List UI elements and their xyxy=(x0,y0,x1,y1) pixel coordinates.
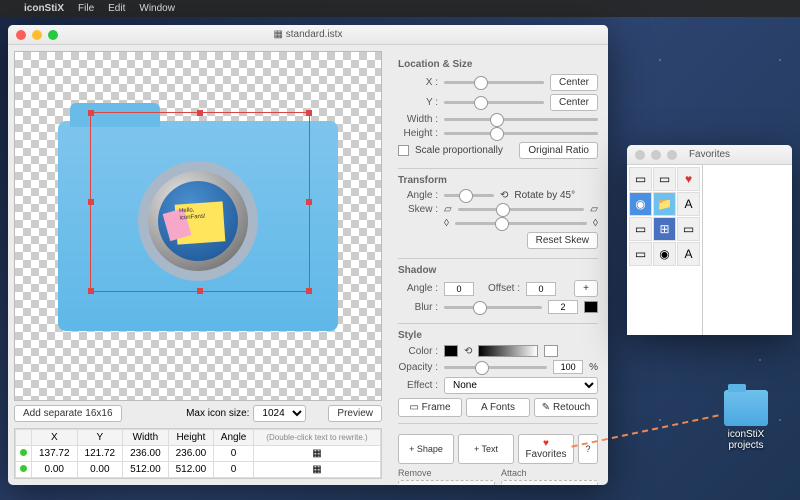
frame-button[interactable]: ▭ Frame xyxy=(398,398,462,417)
shadow-group: Shadow Angle : Offset : + Blur : xyxy=(398,258,598,323)
canvas[interactable]: Hello, iconFans! xyxy=(14,51,382,401)
fav-item[interactable]: ◉ xyxy=(653,242,676,266)
menu-window[interactable]: Window xyxy=(139,3,175,14)
fav-titlebar[interactable]: Favorites xyxy=(627,145,792,165)
frame-icon: ▭ xyxy=(409,402,421,413)
retouch-button[interactable]: ✎ Retouch xyxy=(534,398,598,417)
desktop-folder-label: iconStiX projects xyxy=(718,429,774,451)
center-x-button[interactable]: Center xyxy=(550,74,598,91)
close-button[interactable] xyxy=(16,30,26,40)
remove-dropzone[interactable]: Drop items here to remove custom icon. xyxy=(398,480,495,485)
fav-item[interactable]: ▭ xyxy=(653,167,676,191)
bg-swatch[interactable] xyxy=(544,345,558,357)
attach-dropzone[interactable]: Drop items here to attach current icon. … xyxy=(501,480,598,485)
retouch-icon: ✎ xyxy=(542,402,553,413)
fav-item[interactable]: ▭ xyxy=(677,217,700,241)
height-slider[interactable] xyxy=(444,132,598,135)
desktop-folder[interactable]: iconStiX projects xyxy=(718,390,774,451)
favorites-detail xyxy=(703,165,792,335)
zoom-button[interactable] xyxy=(667,150,677,160)
menu-file[interactable]: File xyxy=(78,3,94,14)
fav-item[interactable]: ▭ xyxy=(629,217,652,241)
preview-button[interactable]: Preview xyxy=(328,405,382,422)
app-menu[interactable]: iconStiX xyxy=(24,3,64,14)
heart-icon: ♥ xyxy=(543,438,549,449)
gradient-swatch[interactable] xyxy=(478,345,538,357)
add-text-button[interactable]: + Text xyxy=(458,434,514,464)
visibility-dot[interactable] xyxy=(20,465,27,472)
fav-item[interactable]: A xyxy=(677,192,700,216)
document-icon: ▦ xyxy=(274,29,286,40)
close-button[interactable] xyxy=(635,150,645,160)
skew-v-slider[interactable] xyxy=(455,222,587,225)
fonts-icon: A xyxy=(481,402,490,413)
fav-item[interactable]: A xyxy=(677,242,700,266)
max-icon-select[interactable]: 1024 xyxy=(253,405,306,422)
transform-group: Transform Angle :⟲Rotate by 45° Skew :▱▱… xyxy=(398,168,598,258)
reset-skew-button[interactable]: Reset Skew xyxy=(527,232,598,249)
zoom-button[interactable] xyxy=(48,30,58,40)
fav-item[interactable]: ⊞ xyxy=(653,217,676,241)
original-ratio-button[interactable]: Original Ratio xyxy=(519,142,598,159)
minimize-button[interactable] xyxy=(32,30,42,40)
attach-label: Attach xyxy=(501,468,598,478)
swap-icon[interactable]: ⟲ xyxy=(464,346,472,357)
layer-table[interactable]: X Y Width Height Angle (Double-click tex… xyxy=(14,428,382,479)
folder-icon xyxy=(724,390,768,426)
table-row[interactable]: 137.72121.72 236.00236.00 0▦ xyxy=(16,446,381,462)
fonts-button[interactable]: A Fonts xyxy=(466,398,530,417)
skew-h-icon: ▱ xyxy=(590,204,598,215)
effect-select[interactable]: None xyxy=(444,377,598,394)
skew-v-icon: ◊ xyxy=(593,218,598,229)
skew-h-slider[interactable] xyxy=(458,208,585,211)
remove-label: Remove xyxy=(398,468,495,478)
properties-panel: Location & Size X :Center Y :Center Widt… xyxy=(388,45,608,485)
fav-item[interactable]: ▭ xyxy=(629,242,652,266)
style-group: Style Color :⟲ Opacity :% Effect :None ▭… xyxy=(398,323,598,423)
favorites-button[interactable]: ♥ Favorites xyxy=(518,434,574,464)
opacity-slider[interactable] xyxy=(444,366,547,369)
skew-h-icon: ▱ xyxy=(444,204,452,215)
favorites-grid: ▭ ▭ ♥ ◉ 📁 A ▭ ⊞ ▭ ▭ ◉ A xyxy=(627,165,703,335)
selection-handles[interactable] xyxy=(90,112,310,292)
add-separate-button[interactable]: Add separate 16x16 xyxy=(14,405,122,422)
shadow-angle-field[interactable] xyxy=(444,282,474,296)
fav-item[interactable]: ◉ xyxy=(629,192,652,216)
favorites-window: Favorites ▭ ▭ ♥ ◉ 📁 A ▭ ⊞ ▭ ▭ ◉ A xyxy=(627,145,792,335)
location-size-group: Location & Size X :Center Y :Center Widt… xyxy=(398,53,598,168)
minimize-button[interactable] xyxy=(651,150,661,160)
shadow-color-swatch[interactable] xyxy=(584,301,598,313)
visibility-dot[interactable] xyxy=(20,449,27,456)
fav-item[interactable]: ▭ xyxy=(629,167,652,191)
blur-field[interactable] xyxy=(548,300,578,314)
y-slider[interactable] xyxy=(444,101,544,104)
center-y-button[interactable]: Center xyxy=(550,94,598,111)
add-shape-button[interactable]: + Shape xyxy=(398,434,454,464)
fav-item[interactable]: ♥ xyxy=(677,167,700,191)
skew-v-icon: ◊ xyxy=(444,218,449,229)
shadow-add-button[interactable]: + xyxy=(574,280,598,297)
scale-checkbox[interactable] xyxy=(398,145,409,156)
window-title: standard.istx xyxy=(286,29,343,40)
main-window: ▦ standard.istx Hello, iconFans! Add sep… xyxy=(8,25,608,485)
width-slider[interactable] xyxy=(444,118,598,121)
add-group: + Shape + Text ♥ Favorites ? Remove Drop… xyxy=(398,423,598,485)
x-slider[interactable] xyxy=(444,81,544,84)
titlebar[interactable]: ▦ standard.istx xyxy=(8,25,608,45)
menubar: iconStiX File Edit Window xyxy=(0,0,800,17)
shadow-offset-field[interactable] xyxy=(526,282,556,296)
blur-slider[interactable] xyxy=(444,306,542,309)
help-button[interactable]: ? xyxy=(578,434,598,464)
angle-slider[interactable] xyxy=(444,194,494,197)
table-row[interactable]: 0.000.00 512.00512.00 0▦ xyxy=(16,462,381,478)
opacity-field[interactable] xyxy=(553,360,583,374)
fav-item[interactable]: 📁 xyxy=(653,192,676,216)
fg-swatch[interactable] xyxy=(444,345,458,357)
max-icon-label: Max icon size: xyxy=(186,408,249,419)
rotate-icon[interactable]: ⟲ xyxy=(500,190,508,201)
menu-edit[interactable]: Edit xyxy=(108,3,125,14)
